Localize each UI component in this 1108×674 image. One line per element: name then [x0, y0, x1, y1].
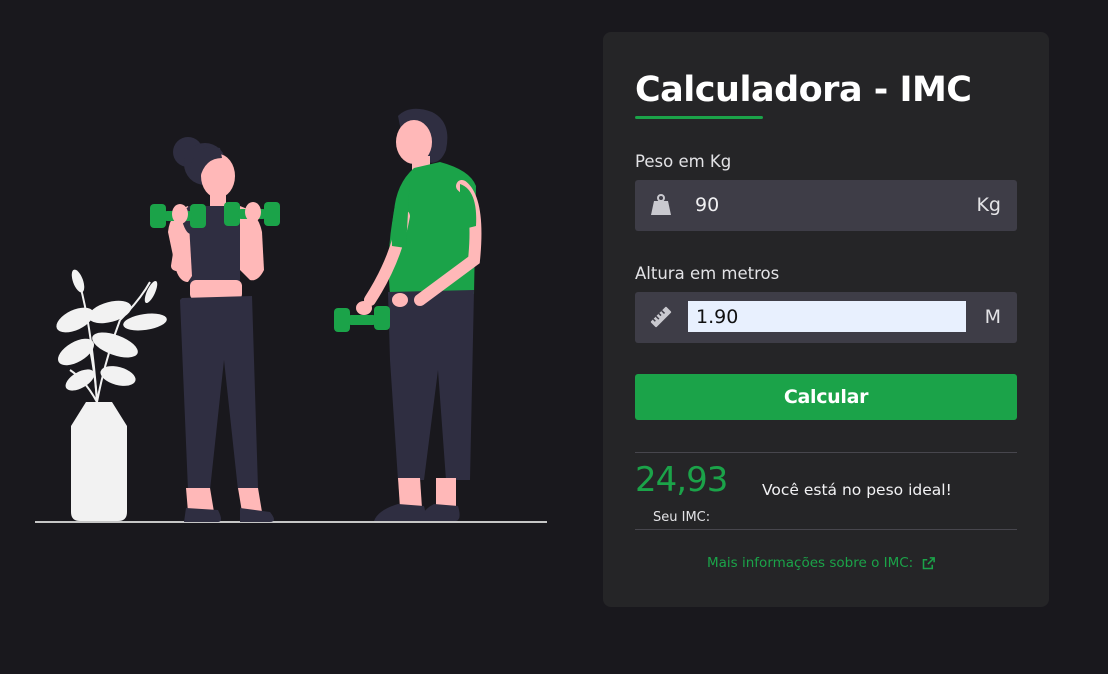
external-link-icon: [922, 556, 936, 569]
height-input[interactable]: [688, 301, 966, 332]
imc-label: Seu IMC:: [653, 510, 711, 525]
imc-value: 24,93: [635, 460, 728, 500]
height-label: Altura em metros: [635, 264, 780, 283]
height-field: M: [635, 292, 1017, 343]
weight-field: Kg: [635, 180, 1017, 231]
title-underline: [635, 116, 763, 119]
imc-calculator-card: Calculadora - IMC Peso em Kg Kg Altura e…: [603, 32, 1049, 607]
fitness-illustration: [35, 108, 547, 523]
ruler-icon: [650, 306, 672, 328]
page-title: Calculadora - IMC: [635, 70, 972, 110]
result-divider-bottom: [635, 529, 1017, 530]
calculate-button[interactable]: Calcular: [635, 374, 1017, 420]
height-unit: M: [984, 306, 1001, 328]
more-info-label: Mais informações sobre o IMC:: [707, 555, 914, 571]
more-info-link[interactable]: Mais informações sobre o IMC:: [707, 555, 936, 571]
woman-figure: [168, 137, 274, 522]
weight-icon: [651, 194, 671, 215]
weight-label: Peso em Kg: [635, 152, 732, 171]
result-divider-top: [635, 452, 1017, 453]
weight-input[interactable]: [687, 191, 943, 219]
imc-status: Você está no peso ideal!: [762, 481, 952, 499]
weight-unit: Kg: [976, 194, 1001, 216]
plant: [56, 269, 167, 521]
